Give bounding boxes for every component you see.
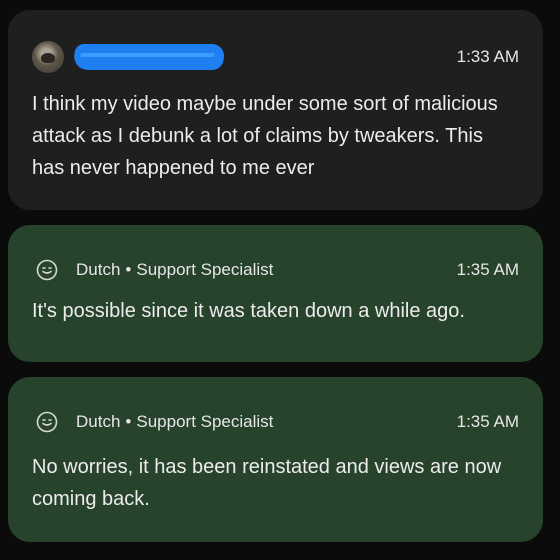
separator-dot: • <box>125 260 132 279</box>
smiley-icon <box>36 259 58 281</box>
message-header: 1:33 AM <box>32 40 519 74</box>
author-name: Dutch <box>76 412 121 431</box>
user-avatar[interactable] <box>32 41 64 73</box>
user-message: 1:33 AM I think my video maybe under som… <box>8 10 543 210</box>
message-timestamp: 1:35 AM <box>456 260 519 279</box>
separator-dot: • <box>125 412 132 431</box>
message-text: I think my video maybe under some sort o… <box>32 93 498 179</box>
author-role: Support Specialist <box>136 412 274 431</box>
author-line: Dutch • Support Specialist <box>76 260 273 280</box>
message-header: Dutch • Support Specialist 1:35 AM <box>32 255 519 285</box>
redacted-username <box>72 44 226 70</box>
chat-thread: 1:33 AM I think my video maybe under som… <box>0 0 560 560</box>
message-header: Dutch • Support Specialist 1:35 AM <box>32 407 519 437</box>
author-name: Dutch <box>76 260 121 279</box>
support-message: Dutch • Support Specialist 1:35 AM No worr… <box>8 377 543 542</box>
smiley-icon <box>36 411 58 433</box>
message-timestamp: 1:33 AM <box>456 47 519 66</box>
message-text: It's possible since it was taken down a … <box>32 300 465 322</box>
message-text: No worries, it has been reinstated and v… <box>32 456 502 510</box>
support-message: Dutch • Support Specialist 1:35 AM It's po… <box>8 225 543 362</box>
message-timestamp: 1:35 AM <box>456 412 519 431</box>
author-role: Support Specialist <box>136 260 274 279</box>
author-line: Dutch • Support Specialist <box>76 412 273 432</box>
